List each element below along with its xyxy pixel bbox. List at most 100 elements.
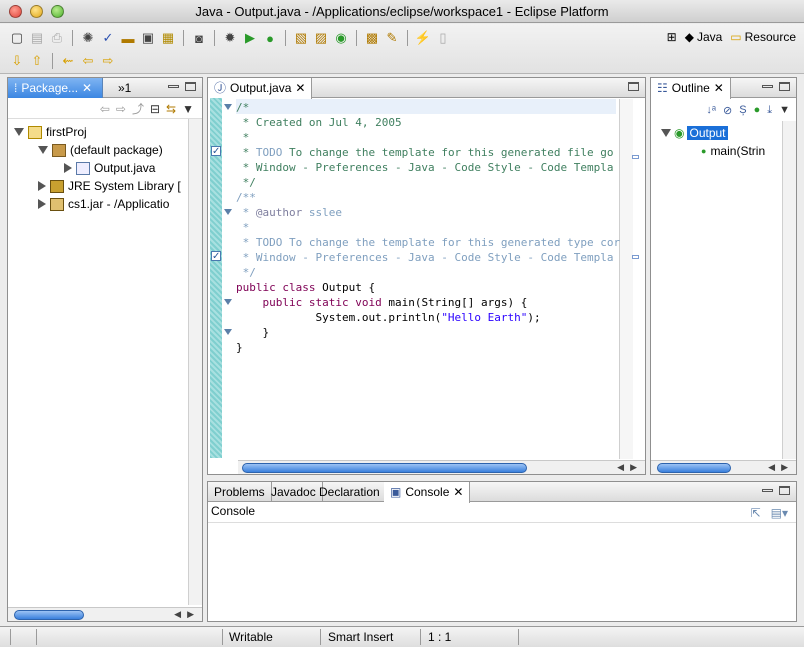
run-icon[interactable]: ▶ xyxy=(241,29,259,47)
maximize-icon[interactable] xyxy=(628,82,639,91)
sort-icon[interactable]: ↓ᵃ xyxy=(706,104,716,116)
external-tools-icon[interactable]: ● xyxy=(261,29,279,47)
tab-outline[interactable]: ☷ Outline ✕ xyxy=(651,78,731,99)
new-java-icon[interactable]: ◉ xyxy=(332,29,350,47)
perspective-java[interactable]: ◆ Java xyxy=(685,30,723,44)
horizontal-scrollbar[interactable]: ◀▶ xyxy=(238,460,645,474)
tab-output-java[interactable]: Ⓙ Output.java ✕ xyxy=(208,78,313,99)
view-menu-icon[interactable]: ▼ xyxy=(779,104,790,116)
scroll-arrows[interactable]: ◀▶ xyxy=(768,462,794,473)
link-editor-icon[interactable]: ⇆ xyxy=(166,102,176,116)
maximize-icon[interactable] xyxy=(779,486,790,495)
search-icon[interactable]: ✎ xyxy=(383,29,401,47)
run-ant-icon[interactable]: ✺ xyxy=(79,29,97,47)
maximize-icon[interactable] xyxy=(779,82,790,91)
new-icon[interactable]: ▢ xyxy=(8,29,26,47)
maximize-icon[interactable] xyxy=(185,82,196,91)
fold-icon[interactable] xyxy=(224,104,232,110)
tree-item-project[interactable]: firstProj xyxy=(14,123,181,141)
tab-declaration[interactable]: Declaration xyxy=(313,482,387,502)
new-package-icon[interactable]: ▧ xyxy=(292,29,310,47)
collapsed-icon[interactable] xyxy=(38,199,46,209)
minimize-window-button[interactable] xyxy=(30,5,43,18)
scroll-arrows[interactable]: ◀▶ xyxy=(617,462,643,473)
pin-console-icon[interactable]: ⇱ xyxy=(751,506,761,520)
debug-icon[interactable]: ✹ xyxy=(221,29,239,47)
expanded-icon[interactable] xyxy=(38,146,48,154)
display-console-icon[interactable]: ▤▾ xyxy=(771,506,788,520)
fold-icon[interactable] xyxy=(224,209,232,215)
expanded-icon[interactable] xyxy=(661,129,671,137)
hide-local-types-icon[interactable]: ⤓ xyxy=(767,104,772,117)
new-class-icon[interactable]: ▨ xyxy=(312,29,330,47)
minimize-icon[interactable] xyxy=(168,85,179,88)
tab-overflow[interactable]: »1 xyxy=(112,78,137,98)
forward-icon[interactable]: ⇨ xyxy=(99,52,117,70)
task-marker-icon[interactable]: ✓ xyxy=(211,146,221,157)
forward-icon[interactable]: ⇨ xyxy=(116,102,126,116)
scroll-thumb[interactable] xyxy=(14,610,84,620)
vertical-scrollbar[interactable] xyxy=(619,99,633,459)
main-toolbar: ▢ ▤ ⎙ ✺ ✓ ▬ ▣ ▦ ◙ ✹ ▶ ● ▧ ▨ ◉ ▩ ✎ ⚡ ▯ ⇩ … xyxy=(0,24,804,74)
hide-nonpublic-icon[interactable]: ● xyxy=(754,104,761,116)
collapsed-icon[interactable] xyxy=(38,181,46,191)
tasks-icon[interactable]: ▦ xyxy=(159,29,177,47)
outline-item-class[interactable]: ◉ Output xyxy=(661,124,765,142)
horizontal-scrollbar[interactable]: ◀▶ xyxy=(8,607,202,621)
expanded-icon[interactable] xyxy=(14,128,24,136)
tab-problems[interactable]: Problems xyxy=(208,482,272,502)
scroll-thumb[interactable] xyxy=(242,463,527,473)
view-menu-icon[interactable]: ▼ xyxy=(182,102,194,116)
save-icon[interactable]: ▤ xyxy=(28,29,46,47)
minimize-icon[interactable] xyxy=(762,489,773,492)
bookmark-icon[interactable]: ▣ xyxy=(139,29,157,47)
scroll-arrows[interactable]: ◀▶ xyxy=(174,609,200,620)
collapse-all-icon[interactable]: ⊟ xyxy=(150,102,160,116)
hide-fields-icon[interactable]: ⊘ xyxy=(723,104,732,117)
up-icon[interactable]: ⤴ xyxy=(132,100,144,117)
back-icon[interactable]: ⇦ xyxy=(100,102,110,116)
close-tab-icon[interactable]: ✕ xyxy=(82,79,92,98)
tree-item-default-package[interactable]: (default package) xyxy=(14,141,181,159)
vertical-scrollbar[interactable] xyxy=(188,119,202,605)
back-icon[interactable]: ⇦ xyxy=(79,52,97,70)
open-type-icon[interactable]: ▩ xyxy=(363,29,381,47)
close-tab-icon[interactable]: ✕ xyxy=(295,79,305,98)
check-icon[interactable]: ✓ xyxy=(99,29,117,47)
show-whitespace-icon[interactable]: ▯ xyxy=(434,29,452,47)
tree-item-file[interactable]: Output.java xyxy=(14,159,181,177)
overview-marker-icon[interactable] xyxy=(632,155,639,159)
tab-console[interactable]: ▣ Console ✕ xyxy=(384,482,471,503)
tree-item-jre[interactable]: JRE System Library [ xyxy=(14,177,181,195)
tree-item-jar[interactable]: cs1.jar - /Applicatio xyxy=(14,195,181,213)
scroll-thumb[interactable] xyxy=(657,463,731,473)
next-annotation-icon[interactable]: ⇩ xyxy=(8,52,26,70)
task-marker-icon[interactable]: ✓ xyxy=(211,251,221,262)
prev-annotation-icon[interactable]: ⇧ xyxy=(28,52,46,70)
close-tab-icon[interactable]: ✕ xyxy=(453,483,463,502)
hide-static-icon[interactable]: Ș xyxy=(739,104,746,116)
fold-icon[interactable] xyxy=(224,329,232,335)
collapsed-icon[interactable] xyxy=(64,163,72,173)
last-edit-icon[interactable]: ⇜ xyxy=(59,52,77,70)
package-explorer-tabbar: ⁞ Package... ✕ »1 xyxy=(8,78,202,98)
close-window-button[interactable] xyxy=(9,5,22,18)
zoom-window-button[interactable] xyxy=(51,5,64,18)
horizontal-scrollbar[interactable]: ◀▶ xyxy=(651,460,796,474)
highlight-icon[interactable]: ⚡ xyxy=(414,29,432,47)
camera-icon[interactable]: ◙ xyxy=(190,29,208,47)
code-editor[interactable]: /* * Created on Jul 4, 2005 * * TODO To … xyxy=(236,100,620,355)
toolbar-separator xyxy=(407,30,408,46)
overview-marker-icon[interactable] xyxy=(632,255,639,259)
build-icon[interactable]: ▬ xyxy=(119,29,137,47)
fold-icon[interactable] xyxy=(224,299,232,305)
tab-package-explorer[interactable]: ⁞ Package... ✕ xyxy=(8,78,103,98)
minimize-icon[interactable] xyxy=(762,85,773,88)
package-explorer-toolbar: ⇦ ⇨ ⤴ ⊟ ⇆ ▼ xyxy=(8,99,202,119)
perspective-resource[interactable]: ▭ Resource xyxy=(730,30,796,44)
print-icon[interactable]: ⎙ xyxy=(48,29,66,47)
close-tab-icon[interactable]: ✕ xyxy=(714,79,724,98)
outline-item-method[interactable]: ● main(Strin xyxy=(661,142,765,160)
open-perspective-icon[interactable]: ⊞ xyxy=(667,30,677,44)
vertical-scrollbar[interactable] xyxy=(782,121,796,459)
